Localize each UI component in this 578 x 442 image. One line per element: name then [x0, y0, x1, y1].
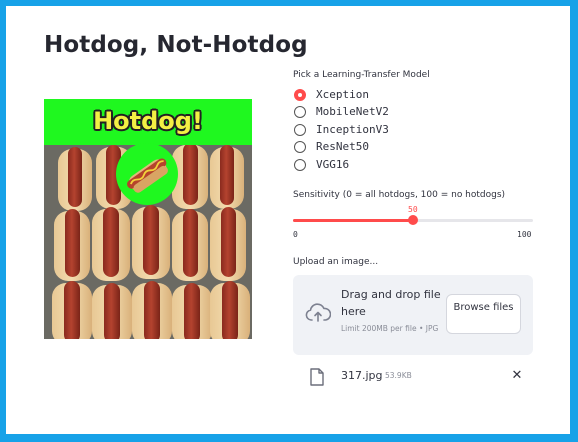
file-dropzone[interactable]: Drag and drop file here Limit 200MB per … — [293, 275, 533, 355]
radio-button[interactable] — [294, 124, 306, 136]
model-picker-label: Pick a Learning-Transfer Model — [293, 70, 430, 80]
slider-max-label: 100 — [517, 230, 532, 239]
radio-button-selected[interactable] — [294, 89, 306, 101]
cloud-upload-icon — [305, 303, 332, 323]
uploaded-file-row: 317.jpg 53.9KB ✕ — [293, 366, 533, 390]
sensitivity-slider[interactable]: 50 — [293, 205, 533, 225]
page-title: Hotdog, Not-Hotdog — [44, 32, 308, 58]
slider-min-label: 0 — [293, 230, 298, 239]
dropzone-instructions: Drag and drop file here — [341, 288, 441, 318]
slider-value: 50 — [408, 205, 418, 214]
dropzone-limit: Limit 200MB per file • JPG — [341, 324, 439, 333]
result-banner: Hotdog! — [44, 99, 252, 145]
file-icon — [310, 368, 324, 386]
hotdog-emoji-icon — [116, 143, 178, 205]
radio-option-label: ResNet50 — [316, 140, 369, 153]
sensitivity-label: Sensitivity (0 = all hotdogs, 100 = no h… — [293, 190, 506, 200]
result-banner-text: Hotdog! — [93, 107, 203, 135]
radio-button[interactable] — [294, 141, 306, 153]
radio-option-label: VGG16 — [316, 158, 350, 171]
file-name: 317.jpg — [341, 369, 383, 382]
slider-thumb[interactable] — [408, 215, 418, 225]
radio-option-label: InceptionV3 — [316, 123, 389, 136]
uploader-label: Upload an image... — [293, 257, 379, 267]
result-image: Hotdog! — [44, 99, 252, 339]
radio-option-label: MobileNetV2 — [316, 105, 389, 118]
browse-files-button[interactable]: Browse files — [446, 294, 521, 334]
app-frame: Hotdog, Not-Hotdog Hotdog! Pick a Learni… — [6, 6, 570, 434]
radio-button[interactable] — [294, 159, 306, 171]
slider-fill — [293, 219, 413, 222]
radio-option-label: Xception — [316, 88, 369, 101]
radio-button[interactable] — [294, 106, 306, 118]
close-icon[interactable]: ✕ — [509, 368, 525, 384]
file-size: 53.9KB — [385, 371, 412, 380]
